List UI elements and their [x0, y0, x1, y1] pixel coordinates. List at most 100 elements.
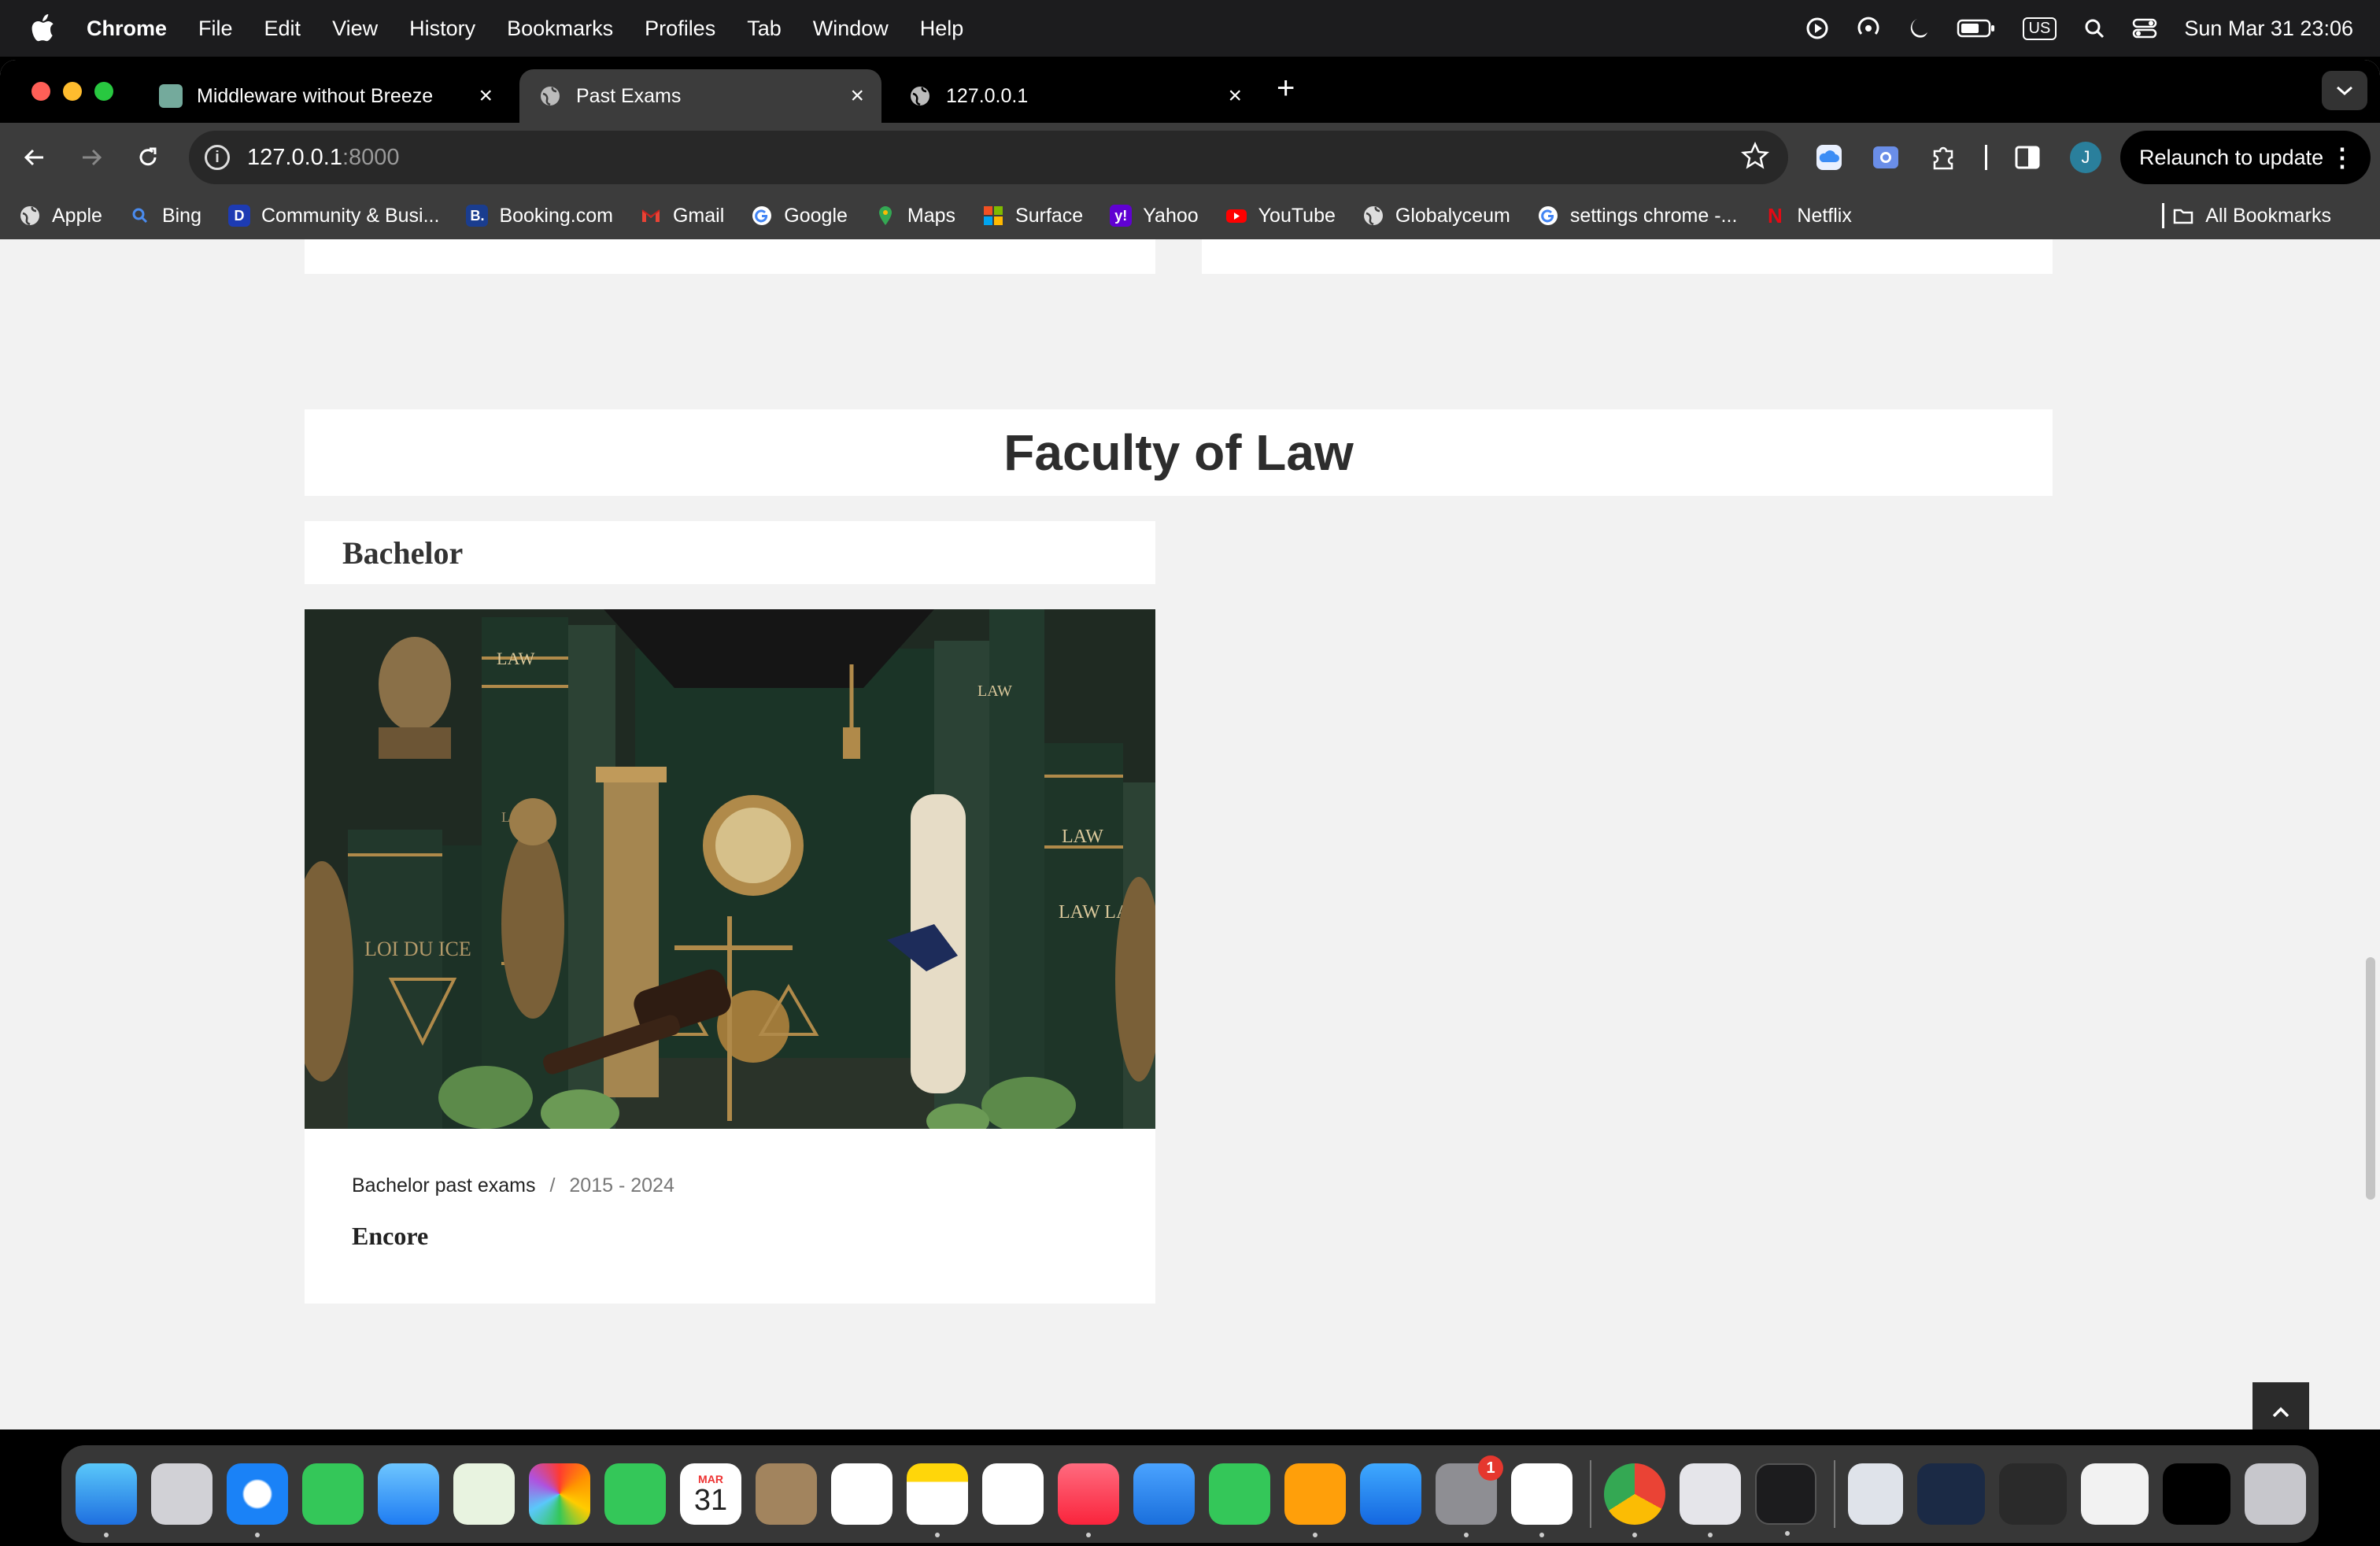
- arrow-left-icon: [24, 149, 43, 166]
- menu-bookmarks[interactable]: Bookmarks: [507, 17, 613, 41]
- menu-view[interactable]: View: [332, 17, 378, 41]
- bookmark-apple[interactable]: Apple: [19, 205, 102, 227]
- menu-window[interactable]: Window: [813, 17, 889, 41]
- profile-avatar[interactable]: J: [2070, 142, 2101, 173]
- tab-title: 127.0.0.1: [946, 84, 1029, 107]
- bookmark-yahoo[interactable]: y! Yahoo: [1110, 205, 1199, 227]
- screenshot-extension-button[interactable]: [1870, 142, 1901, 173]
- scroll-to-top-button[interactable]: [2252, 1382, 2309, 1429]
- site-info-icon[interactable]: i: [205, 145, 230, 170]
- address-bar[interactable]: i 127.0.0.1:8000: [189, 131, 1788, 184]
- trash-icon[interactable]: [2245, 1463, 2306, 1525]
- bookmark-gmail[interactable]: Gmail: [640, 205, 724, 227]
- numbers-icon[interactable]: [1209, 1463, 1270, 1525]
- moon-icon[interactable]: [1908, 17, 1930, 40]
- bookmark-surface[interactable]: Surface: [982, 205, 1083, 227]
- close-tab-icon[interactable]: ×: [850, 83, 864, 109]
- bookmark-community[interactable]: D Community & Busi...: [228, 205, 439, 227]
- minimized-window-icon[interactable]: [2081, 1463, 2149, 1525]
- course-title-link[interactable]: Encore: [352, 1222, 428, 1251]
- terminal-icon[interactable]: [1755, 1463, 1816, 1536]
- recent-document-icon[interactable]: [1848, 1463, 1903, 1525]
- keynote-icon[interactable]: [1133, 1463, 1195, 1525]
- chrome-icon[interactable]: [1604, 1463, 1665, 1537]
- more-menu-icon[interactable]: ⋮: [2330, 142, 2355, 172]
- freeform-icon[interactable]: [982, 1463, 1044, 1525]
- bookmark-booking[interactable]: B. Booking.com: [466, 205, 613, 227]
- music-icon[interactable]: [1058, 1463, 1119, 1537]
- finder-icon[interactable]: [76, 1463, 137, 1537]
- contacts-icon[interactable]: [756, 1463, 817, 1525]
- law-course-image[interactable]: LAW LAW LAW LAW LAW LAW LOI DU ICE: [305, 609, 1155, 1129]
- meta-separator: /: [549, 1174, 556, 1196]
- launchpad-icon[interactable]: [151, 1463, 213, 1525]
- menu-tab[interactable]: Tab: [747, 17, 782, 41]
- close-window-button[interactable]: [31, 82, 50, 101]
- menu-app-name[interactable]: Chrome: [87, 17, 167, 41]
- menu-history[interactable]: History: [409, 17, 475, 41]
- minimize-window-button[interactable]: [63, 82, 82, 101]
- apple-logo-icon[interactable]: [30, 14, 57, 43]
- page-scrollbar-thumb[interactable]: [2366, 957, 2375, 1200]
- vscode-icon[interactable]: [1511, 1463, 1572, 1537]
- menu-file[interactable]: File: [198, 17, 233, 41]
- facetime-icon[interactable]: [604, 1463, 666, 1525]
- tab-search-button[interactable]: [2322, 71, 2367, 110]
- macos-menu-bar: Chrome File Edit View History Bookmarks …: [0, 0, 2380, 57]
- play-circle-icon[interactable]: [1805, 17, 1829, 40]
- system-settings-icon[interactable]: 1: [1436, 1455, 1503, 1537]
- airdrop-icon[interactable]: [1856, 17, 1881, 40]
- bookmark-netflix[interactable]: N Netflix: [1764, 204, 1852, 227]
- battery-icon[interactable]: [1957, 18, 1996, 39]
- menu-help[interactable]: Help: [920, 17, 964, 41]
- close-tab-icon[interactable]: ×: [479, 83, 493, 109]
- minimized-window-icon[interactable]: [1999, 1463, 2067, 1525]
- mail-icon[interactable]: [378, 1463, 439, 1525]
- tab-middleware[interactable]: Middleware without Breeze ×: [140, 69, 510, 123]
- bookmark-google[interactable]: Google: [751, 205, 848, 227]
- close-tab-icon[interactable]: ×: [1228, 83, 1242, 109]
- new-tab-button[interactable]: +: [1277, 71, 1295, 106]
- safari-icon[interactable]: [227, 1463, 288, 1537]
- unity-icon[interactable]: [1680, 1463, 1741, 1537]
- notes-icon[interactable]: [907, 1463, 968, 1537]
- forward-button[interactable]: [72, 139, 110, 176]
- bookmark-star-icon[interactable]: [1741, 142, 1769, 170]
- all-bookmarks-button[interactable]: All Bookmarks: [2172, 192, 2331, 239]
- course-meta: Bachelor past exams / 2015 - 2024: [352, 1174, 674, 1197]
- course-card[interactable]: LAW LAW LAW LAW LAW LAW LOI DU ICE: [305, 609, 1155, 1304]
- app-store-icon[interactable]: [1360, 1463, 1421, 1525]
- tab-strip: Middleware without Breeze × Past Exams ×…: [0, 60, 2380, 123]
- reload-button[interactable]: [129, 139, 167, 176]
- tab-localhost[interactable]: 127.0.0.1 ×: [889, 69, 1259, 123]
- course-category-link[interactable]: Bachelor past exams: [352, 1174, 535, 1197]
- calendar-icon[interactable]: MAR 31: [680, 1463, 741, 1525]
- menu-profiles[interactable]: Profiles: [645, 17, 715, 41]
- bookmark-youtube[interactable]: YouTube: [1225, 205, 1336, 227]
- pages-icon[interactable]: [1284, 1463, 1346, 1537]
- maximize-window-button[interactable]: [94, 82, 113, 101]
- bookmark-bing[interactable]: Bing: [129, 205, 201, 227]
- messages-icon[interactable]: [302, 1463, 364, 1525]
- bookmark-maps[interactable]: Maps: [874, 205, 955, 227]
- maps-icon[interactable]: [453, 1463, 515, 1525]
- google-icon: [752, 206, 772, 225]
- icloud-extension-button[interactable]: [1813, 142, 1845, 173]
- minimized-window-icon[interactable]: [1917, 1463, 1985, 1525]
- relaunch-to-update-button[interactable]: Relaunch to update ⋮: [2120, 131, 2371, 184]
- menu-edit[interactable]: Edit: [264, 17, 301, 41]
- bookmark-settings-chrome[interactable]: settings chrome -...: [1537, 205, 1737, 227]
- minimized-window-icon[interactable]: [2163, 1463, 2230, 1525]
- tab-title: Past Exams: [576, 84, 682, 107]
- reminders-icon[interactable]: [831, 1463, 893, 1525]
- spotlight-search-icon[interactable]: [2083, 17, 2105, 39]
- side-panel-button[interactable]: [2012, 142, 2043, 173]
- bookmark-globalyceum[interactable]: Globalyceum: [1362, 205, 1510, 227]
- back-button[interactable]: [16, 139, 54, 176]
- menubar-clock[interactable]: Sun Mar 31 23:06: [2184, 17, 2353, 41]
- tab-past-exams[interactable]: Past Exams ×: [519, 69, 881, 123]
- extensions-button[interactable]: [1928, 142, 1960, 173]
- photos-icon[interactable]: [529, 1463, 590, 1525]
- input-source-indicator[interactable]: US: [2022, 17, 2057, 40]
- control-center-icon[interactable]: [2132, 17, 2157, 39]
